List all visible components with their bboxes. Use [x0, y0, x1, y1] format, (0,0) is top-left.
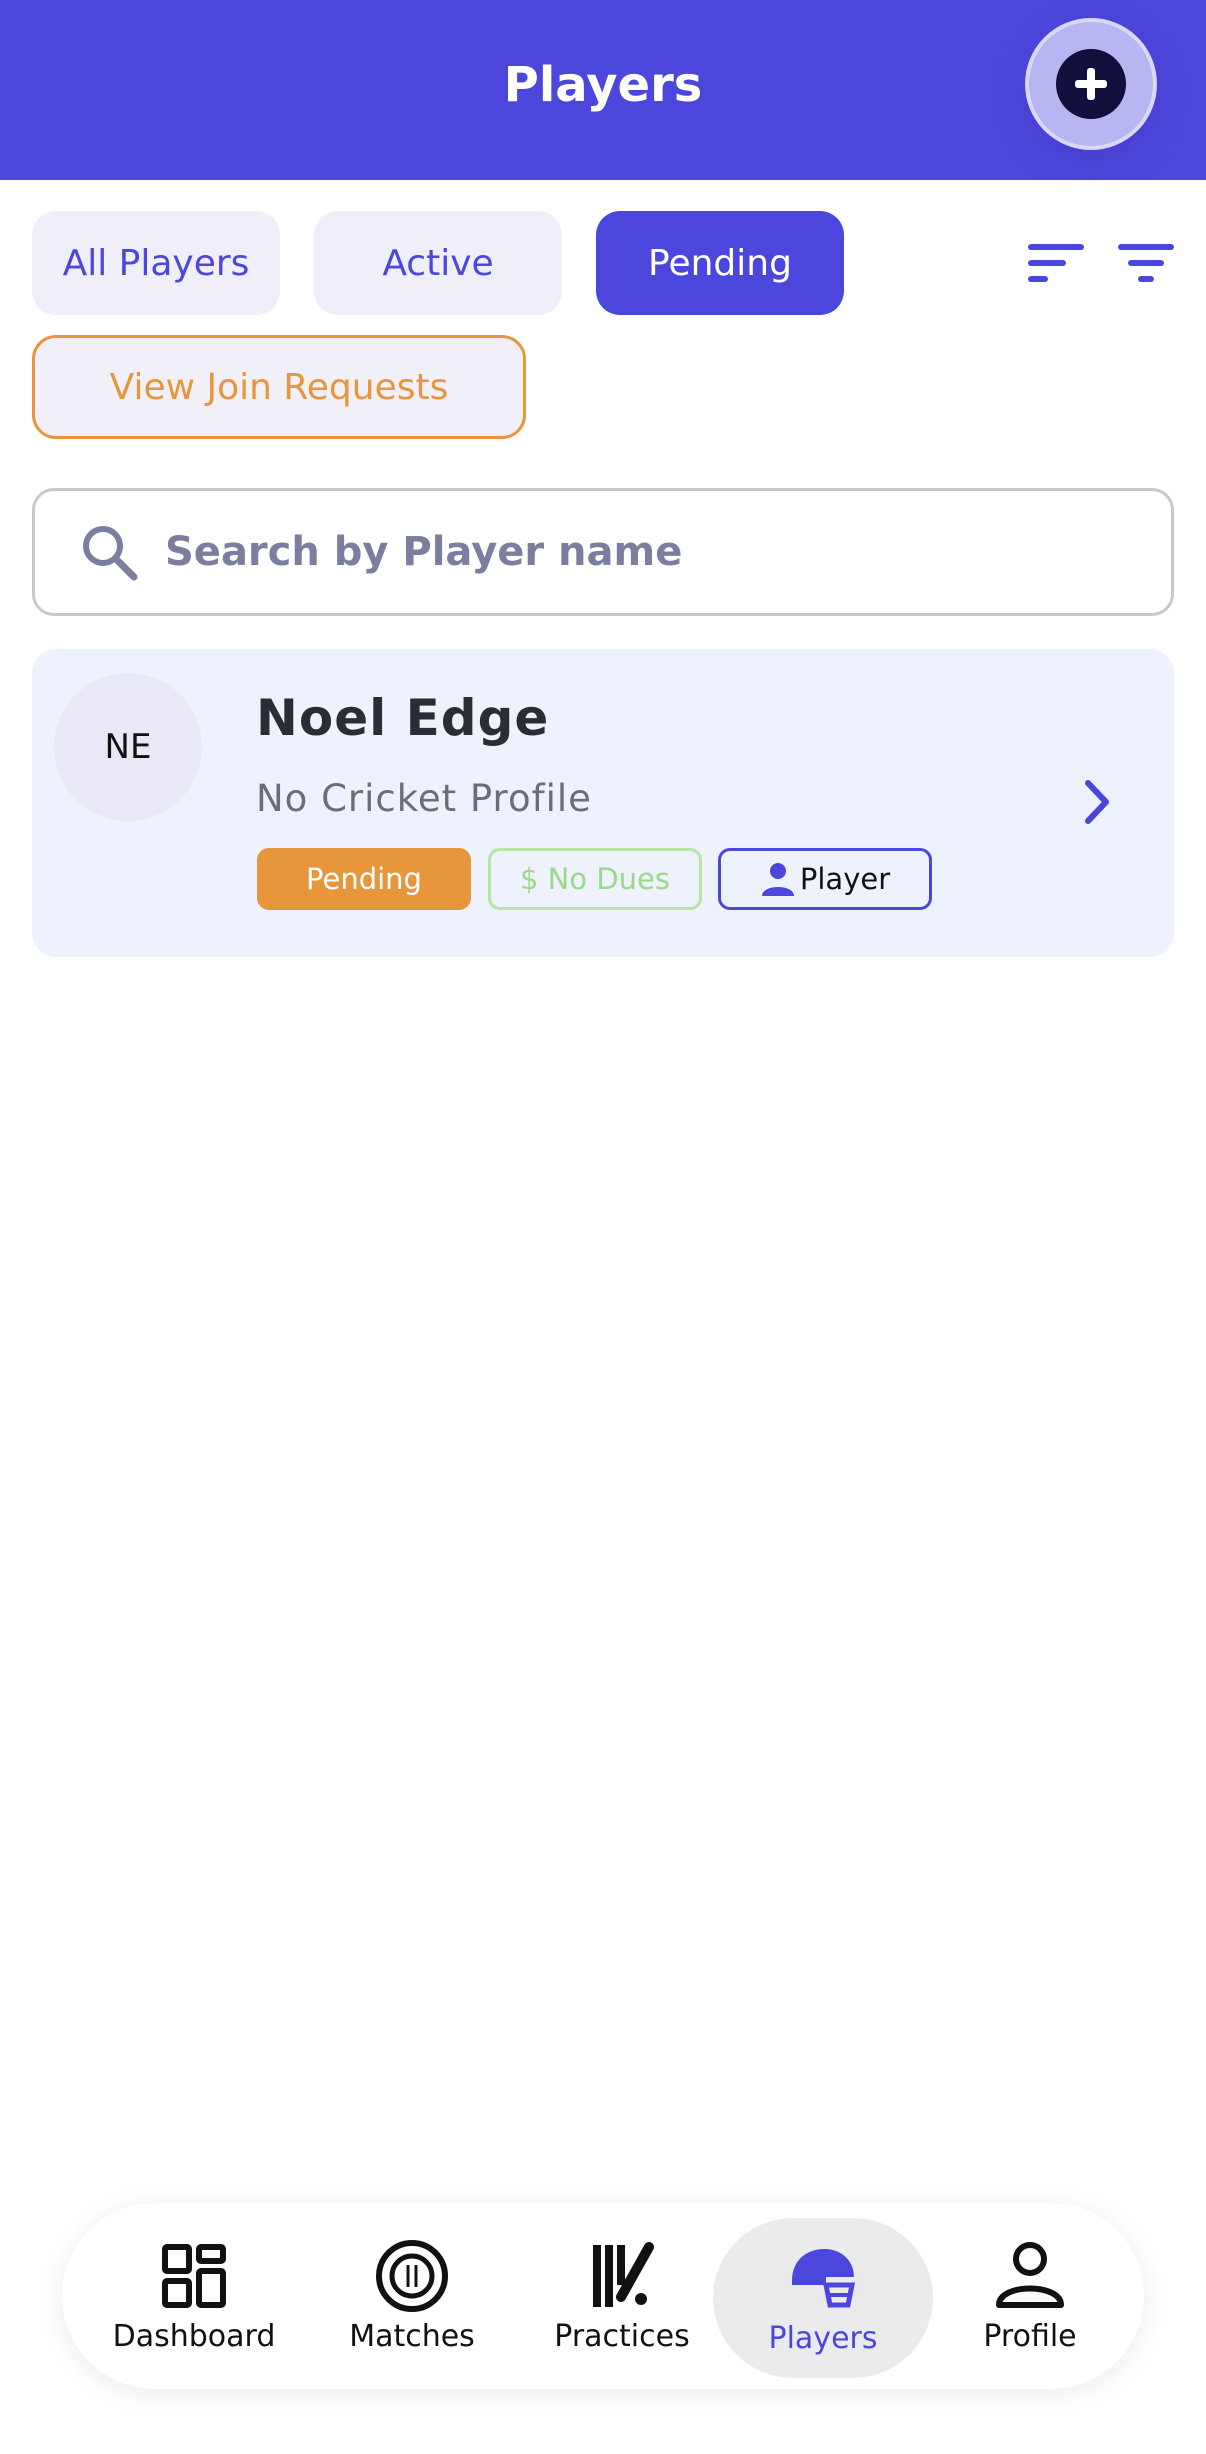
person-icon	[761, 863, 794, 896]
role-badge: Player	[718, 848, 932, 910]
search-input[interactable]	[163, 528, 1067, 576]
profile-icon	[996, 2241, 1064, 2308]
player-name: Noel Edge	[256, 689, 550, 747]
avatar: NE	[54, 673, 202, 821]
practices-icon	[593, 2241, 654, 2307]
tab-active[interactable]: Active	[314, 211, 562, 315]
nav-players[interactable]: Players	[713, 2218, 933, 2378]
dues-badge: $ No Dues	[488, 848, 702, 910]
status-badge: Pending	[257, 848, 471, 910]
dashboard-icon	[162, 2243, 226, 2308]
add-player-button[interactable]	[1025, 18, 1157, 150]
player-subtitle: No Cricket Profile	[256, 777, 592, 820]
helmet-icon	[792, 2248, 856, 2307]
nav-profile[interactable]: Profile	[960, 2203, 1100, 2389]
plus-icon	[1056, 49, 1126, 119]
role-badge-label: Player	[799, 862, 891, 896]
nav-label-matches: Matches	[349, 2318, 475, 2354]
search-icon	[83, 526, 138, 581]
filter-icon[interactable]	[1116, 240, 1176, 292]
player-card[interactable]: NE Noel Edge No Cricket Profile Pending …	[32, 649, 1174, 957]
bottom-nav: Dashboard Matches Practices Players Prof…	[62, 2203, 1144, 2389]
view-join-requests-button[interactable]: View Join Requests	[32, 335, 526, 439]
nav-label-practices: Practices	[554, 2318, 690, 2354]
sort-icon[interactable]	[1026, 240, 1086, 292]
nav-matches[interactable]: Matches	[342, 2203, 482, 2389]
nav-label-profile: Profile	[983, 2318, 1077, 2354]
nav-dashboard[interactable]: Dashboard	[108, 2203, 280, 2389]
chevron-right-icon[interactable]	[1082, 777, 1112, 831]
matches-icon	[376, 2239, 448, 2312]
tab-pending[interactable]: Pending	[596, 211, 844, 315]
app-header: Players	[0, 0, 1206, 180]
search-bar[interactable]	[32, 488, 1174, 616]
tab-all-players[interactable]: All Players	[32, 211, 280, 315]
nav-label-dashboard: Dashboard	[112, 2318, 276, 2354]
nav-label-players: Players	[768, 2320, 878, 2356]
nav-practices[interactable]: Practices	[540, 2203, 704, 2389]
